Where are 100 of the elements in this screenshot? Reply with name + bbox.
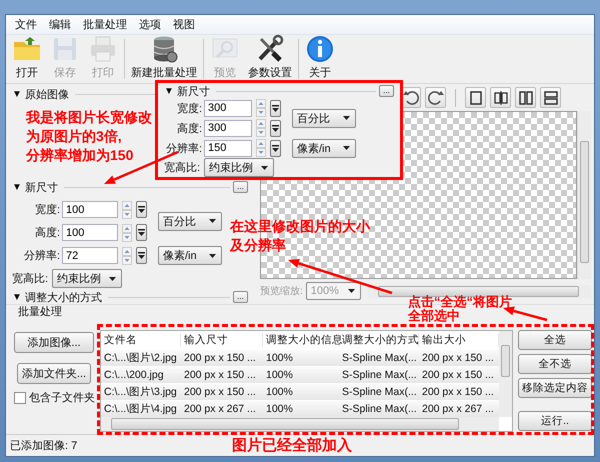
menu-item[interactable]: 视图: [168, 16, 200, 33]
checkbox[interactable]: [14, 392, 26, 404]
number-field[interactable]: 150: [204, 140, 252, 156]
vertical-scrollbar[interactable]: [577, 111, 591, 279]
dropdown[interactable]: 约束比例: [52, 269, 122, 288]
column-header[interactable]: 输入尺寸: [181, 333, 263, 347]
action-button[interactable]: 运行..: [518, 411, 592, 431]
field-label: 宽度:: [176, 102, 202, 116]
horizontal-scrollbar[interactable]: [101, 417, 499, 431]
table-cell-text: 100%: [265, 352, 294, 364]
menu-arrow-icon: [138, 252, 145, 259]
more-button[interactable]: ...: [233, 291, 248, 303]
dropdown[interactable]: 像素/in: [292, 138, 356, 158]
collapse-toggle[interactable]: ▼: [12, 292, 22, 302]
menu-arrow-icon: [138, 206, 145, 213]
table-cell-text: 200 px x 150 ...: [421, 369, 495, 381]
table-cell-text: C:\...\200.jpg: [103, 369, 165, 381]
checkbox-label: 包含子文件夹: [29, 390, 95, 405]
arrow: [503, 306, 548, 322]
number-field[interactable]: 300: [204, 100, 252, 116]
printer-icon: [88, 34, 118, 64]
split-view-icon: [492, 88, 510, 106]
table-cell-text: 100%: [265, 386, 294, 398]
column-header[interactable]: 文件名: [101, 333, 181, 347]
section-title: 调整大小的方式: [24, 290, 102, 304]
menu-arrow-icon: [138, 229, 145, 236]
menu-arrow-icon: [272, 124, 279, 132]
dropdown-arrow-icon: [261, 166, 268, 170]
table-cell-text: 100%: [265, 403, 294, 415]
unit-menu-button[interactable]: [270, 120, 281, 136]
dropdown[interactable]: 约束比例: [204, 158, 274, 177]
stacked-view-icon: [542, 88, 560, 106]
table-cell-text: 200 px x 150 ...: [183, 352, 257, 364]
section-title: 批量处理: [18, 306, 62, 319]
dropdown-value: 百分比: [297, 112, 330, 126]
dropdown-value: 像素/in: [163, 248, 197, 263]
number-field[interactable]: 100: [62, 224, 118, 241]
dropdown-value: 100%: [310, 285, 339, 297]
menu-item[interactable]: 文件: [10, 16, 42, 33]
add-button[interactable]: 添加文件夹...: [17, 363, 91, 384]
menu-item[interactable]: 选项: [134, 16, 166, 33]
add-button[interactable]: 添加图像...: [14, 332, 94, 353]
number-field[interactable]: 72: [62, 247, 118, 264]
toolbar-button[interactable]: 打开: [8, 32, 46, 83]
menu-arrow-icon: [272, 144, 279, 152]
table-cell-text: 100%: [265, 369, 294, 381]
vertical-scrollbar[interactable]: [499, 331, 512, 417]
dropdown[interactable]: 百分比: [158, 212, 222, 230]
dropdown-arrow-icon: [209, 219, 216, 223]
annotation-text: 在这里修改图片的大小 及分辨率: [230, 217, 370, 255]
spinner-arrows-icon: [256, 99, 266, 117]
field-label: 宽高比:: [164, 160, 200, 175]
unit-menu-button[interactable]: [270, 100, 281, 116]
action-button[interactable]: 移除选定内容: [518, 378, 592, 398]
collapse-toggle[interactable]: ▼: [12, 182, 22, 192]
table-cell-text: S-Spline Max(...: [341, 369, 418, 381]
view-button[interactable]: [515, 87, 536, 108]
view-button[interactable]: [425, 87, 446, 108]
table-cell-text: 200 px x 267 ...: [183, 403, 257, 415]
collapse-toggle[interactable]: ▼: [12, 88, 22, 100]
number-field[interactable]: 300: [204, 120, 252, 136]
dropdown[interactable]: 像素/in: [158, 246, 222, 265]
rotate-right-icon: [426, 88, 444, 106]
table-cell-text: S-Spline Max(...: [341, 352, 418, 364]
table-cell-text: 200 px x 267 ...: [421, 403, 495, 415]
unit-menu-button[interactable]: [136, 224, 147, 241]
collapse-toggle[interactable]: ▼: [164, 86, 174, 96]
table-cell-text: S-Spline Max(...: [341, 403, 418, 415]
unit-menu-button[interactable]: [270, 140, 281, 156]
status-text: 已添加图像: 7: [10, 439, 78, 453]
table-cell-text: C:\...\图片\3.jpg: [103, 385, 178, 399]
menu-item[interactable]: 编辑: [44, 16, 76, 33]
dropdown-arrow-icon: [343, 116, 350, 120]
view-button[interactable]: [465, 87, 486, 108]
more-button[interactable]: ...: [233, 181, 248, 193]
section-title: 新尺寸: [24, 180, 58, 194]
view-button[interactable]: [540, 87, 561, 108]
spinner-arrows-icon: [122, 246, 132, 264]
dropdown-value: 约束比例: [57, 272, 102, 286]
section-title: 原始图像: [24, 88, 69, 102]
dropdown-arrow-icon: [343, 146, 350, 150]
view-button[interactable]: [490, 87, 511, 108]
table-cell-text: S-Spline Max(...: [341, 386, 418, 398]
table-cell-text: C:\...\图片\4.jpg: [103, 402, 178, 416]
more-button[interactable]: ...: [379, 85, 394, 97]
field-label: 高度:: [176, 122, 202, 136]
menu-item[interactable]: 批量处理: [78, 16, 132, 33]
table-cell-text: 200 px x 150 ...: [183, 386, 257, 398]
zoom-label: 预览缩放:: [260, 284, 303, 298]
dropdown[interactable]: 百分比: [292, 108, 356, 128]
action-button[interactable]: 全不选: [518, 354, 592, 374]
annotation-text: 点击“全选“将图片 全部选中: [408, 295, 512, 323]
table-cell-text: 200 px x 150 ...: [421, 386, 495, 398]
dropdown-value: 像素/in: [297, 142, 331, 156]
number-field[interactable]: 100: [62, 201, 118, 218]
unit-menu-button[interactable]: [136, 201, 147, 218]
action-button[interactable]: 全选: [518, 330, 592, 350]
unit-menu-button[interactable]: [136, 247, 147, 264]
annotation-text: 我是将图片长宽修改 为原图片的3倍, 分辨率增加为150: [26, 108, 152, 165]
toolbar-button[interactable]: 参数设置: [244, 32, 296, 83]
